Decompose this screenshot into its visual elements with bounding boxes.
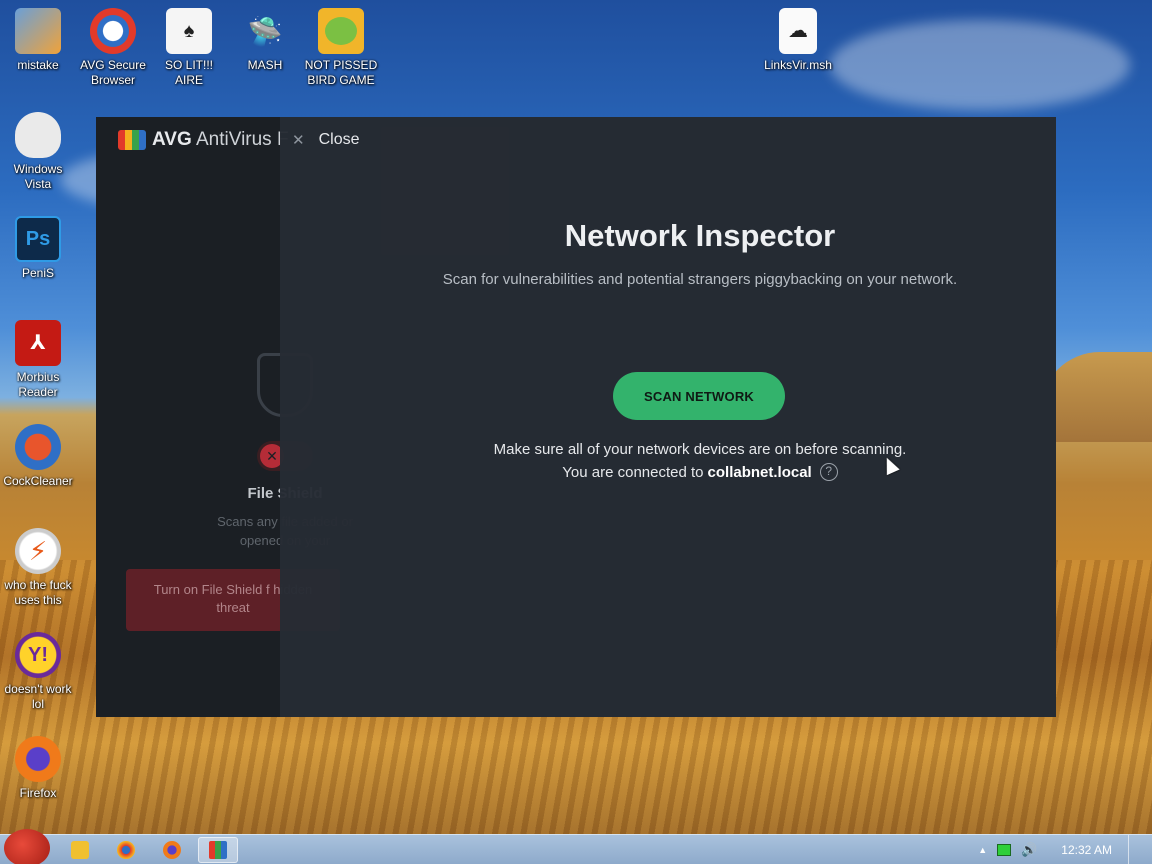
close-icon: ✕ bbox=[292, 132, 305, 149]
desktop-icon-label: doesn't work lol bbox=[4, 682, 72, 711]
avg-title-rest: AntiVirus F bbox=[196, 129, 289, 150]
desktop-icon-label: mistake bbox=[17, 58, 59, 72]
taskbar-firefox[interactable] bbox=[152, 837, 192, 863]
firefox-icon bbox=[163, 841, 181, 859]
scan-hint: Make sure all of your network devices ar… bbox=[493, 441, 907, 458]
desktop-icon-label: NOT PISSED BIRD GAME bbox=[304, 58, 378, 87]
flash-icon: ⚡ bbox=[15, 528, 61, 574]
cloud-decoration bbox=[830, 20, 1130, 110]
avg-logo-icon bbox=[118, 130, 146, 150]
firefox-icon bbox=[15, 736, 61, 782]
desktop-icon-bird-game[interactable]: NOT PISSED BIRD GAME bbox=[303, 8, 379, 88]
bird-game-icon bbox=[318, 8, 364, 54]
desktop-icon-morbius-reader[interactable]: ⅄ Morbius Reader bbox=[0, 320, 76, 400]
page-title: Network Inspector bbox=[564, 218, 836, 253]
connection-prefix: You are connected to bbox=[562, 463, 704, 481]
desktop-icon-linksvir[interactable]: ☁ LinksVir.msh bbox=[760, 8, 836, 73]
avg-window-title: AVG AntiVirus F bbox=[152, 129, 289, 151]
volume-icon[interactable]: 🔊 bbox=[1021, 842, 1037, 858]
desktop-icon-label: who the fuck uses this bbox=[4, 578, 72, 607]
taskbar: ▲ 🔊 12:32 AM bbox=[0, 829, 1152, 864]
photoshop-icon: Ps bbox=[15, 216, 61, 262]
avg-brand: AVG bbox=[152, 129, 192, 150]
show-desktop-button[interactable] bbox=[1128, 835, 1138, 864]
desktop-icon-yahoo[interactable]: Y! doesn't work lol bbox=[0, 632, 76, 712]
system-tray: ▲ 🔊 12:32 AM bbox=[978, 835, 1152, 864]
desktop-icon-solitaire[interactable]: ♠ SO LIT!!! AIRE bbox=[151, 8, 227, 88]
desktop-icon-label: SO LIT!!! AIRE bbox=[164, 58, 213, 87]
page-subtitle: Scan for vulnerabilities and potential s… bbox=[442, 271, 958, 288]
avg-icon bbox=[209, 841, 227, 859]
desktop-icon-label: CockCleaner bbox=[3, 474, 73, 488]
chrome-icon bbox=[117, 841, 135, 859]
desktop-icon-mash[interactable]: 🛸 MASH bbox=[227, 8, 303, 73]
solitaire-icon: ♠ bbox=[166, 8, 212, 54]
clock[interactable]: 12:32 AM bbox=[1061, 843, 1112, 857]
desktop-icon-label: LinksVir.msh bbox=[764, 58, 832, 72]
connection-info: You are connected to collabnet.local ? bbox=[400, 463, 1000, 481]
computer-icon bbox=[15, 8, 61, 54]
desktop-icon-label: Windows Vista bbox=[13, 162, 63, 191]
help-icon[interactable]: ? bbox=[819, 463, 838, 481]
desktop-icon-label: Firefox bbox=[19, 786, 57, 800]
cleaner-icon bbox=[15, 424, 61, 470]
taskbar-avg[interactable] bbox=[198, 837, 238, 863]
mash-icon: 🛸 bbox=[247, 15, 283, 47]
desktop-icon-photoshop[interactable]: Ps PeniS bbox=[0, 216, 76, 281]
yahoo-messenger-icon: Y! bbox=[15, 632, 61, 678]
desktop-icon-mistake[interactable]: mistake bbox=[0, 8, 76, 73]
close-label: Close bbox=[318, 131, 360, 148]
pdf-reader-icon: ⅄ bbox=[15, 320, 61, 366]
file-icon: ☁ bbox=[779, 8, 817, 54]
desktop-icon-label: MASH bbox=[247, 58, 283, 72]
network-icon[interactable] bbox=[997, 844, 1012, 856]
desktop-icon-firefox[interactable]: Firefox bbox=[0, 736, 76, 801]
desktop-icon-flash[interactable]: ⚡ who the fuck uses this bbox=[0, 528, 76, 608]
desktop-icon-avg-browser[interactable]: AVG Secure Browser bbox=[75, 8, 151, 88]
desktop-icon-cleaner[interactable]: CockCleaner bbox=[0, 424, 76, 489]
taskbar-chrome[interactable] bbox=[106, 837, 146, 863]
avg-browser-icon bbox=[90, 8, 136, 54]
network-name: collabnet.local bbox=[707, 463, 812, 481]
scan-network-button[interactable]: SCAN NETWORK bbox=[613, 372, 785, 420]
desktop-icon-windows-vista[interactable]: Windows Vista bbox=[0, 112, 76, 192]
close-button[interactable]: ✕ Close bbox=[292, 126, 359, 154]
desktop-icon-label: Morbius Reader bbox=[16, 370, 60, 399]
desktop-icon-label: AVG Secure Browser bbox=[80, 58, 146, 87]
tray-expand-icon[interactable]: ▲ bbox=[978, 845, 987, 855]
desktop-icon-label: PeniS bbox=[21, 266, 55, 280]
start-button[interactable] bbox=[4, 829, 50, 864]
taskbar-explorer[interactable] bbox=[60, 837, 100, 863]
vista-icon bbox=[15, 112, 61, 158]
folder-icon bbox=[71, 841, 89, 859]
